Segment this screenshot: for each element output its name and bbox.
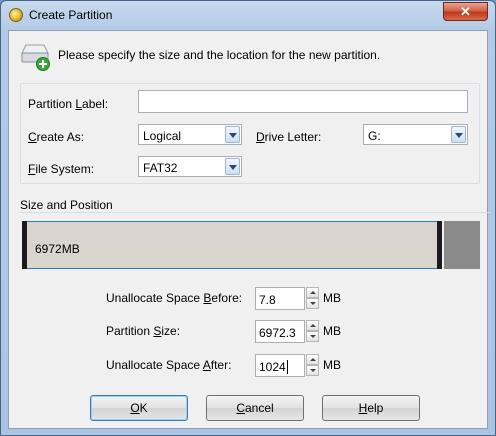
unit-label: MB <box>323 324 341 338</box>
close-button[interactable]: ✕ <box>443 2 488 21</box>
spin-up-icon[interactable] <box>306 320 319 331</box>
spin-down-icon[interactable] <box>306 365 319 376</box>
partition-block[interactable]: 6972MB <box>22 221 442 269</box>
partition-size-label: Partition Size: <box>106 324 181 338</box>
drive-letter-value: G: <box>368 129 381 143</box>
drive-letter-select[interactable]: G: <box>363 124 468 145</box>
create-as-select[interactable]: Logical <box>138 124 242 145</box>
size-position-label: Size and Position <box>20 198 116 212</box>
text-caret <box>286 360 288 374</box>
dialog-body: Please specify the size and the location… <box>8 30 490 429</box>
unallocated-before-stepper[interactable] <box>306 287 319 310</box>
unallocated-before-row: Unallocate Space Before: 7.8 MB <box>9 287 489 311</box>
spin-up-icon[interactable] <box>306 287 319 298</box>
create-as-value: Logical <box>143 129 182 143</box>
unallocated-after-stepper[interactable] <box>306 354 319 377</box>
cancel-button[interactable]: Cancel <box>206 395 304 421</box>
unallocated-after-input[interactable]: 1024 <box>255 354 305 377</box>
dropdown-arrow-icon[interactable] <box>225 126 240 143</box>
create-partition-dialog: Create Partition ✕ Please specify the si… <box>0 0 496 436</box>
spin-up-icon[interactable] <box>306 354 319 365</box>
spin-down-icon[interactable] <box>306 298 319 309</box>
partition-size-text: 6972MB <box>35 242 80 256</box>
help-button[interactable]: Help <box>322 395 420 421</box>
file-system-select[interactable]: FAT32 <box>138 156 242 177</box>
right-resize-handle[interactable] <box>437 221 442 269</box>
partition-size-input[interactable]: 6972.3 <box>255 320 305 343</box>
title-bar[interactable]: Create Partition ✕ <box>1 1 495 30</box>
partition-label-input[interactable] <box>138 90 468 113</box>
left-resize-handle[interactable] <box>22 221 27 269</box>
unit-label: MB <box>323 291 341 305</box>
close-icon: ✕ <box>460 4 471 19</box>
unallocated-before-label: Unallocate Space Before: <box>106 291 243 305</box>
instruction-text: Please specify the size and the location… <box>58 48 381 62</box>
window-title: Create Partition <box>29 8 113 22</box>
unallocated-after-row: Unallocate Space After: 1024 MB <box>9 354 489 378</box>
dropdown-arrow-icon[interactable] <box>451 126 466 143</box>
unallocated-after-label: Unallocate Space After: <box>106 358 232 372</box>
create-as-label: Create As: <box>28 130 85 144</box>
app-icon <box>9 8 23 22</box>
partition-size-stepper[interactable] <box>306 320 319 343</box>
unit-label: MB <box>323 358 341 372</box>
unallocated-before-input[interactable]: 7.8 <box>255 287 305 310</box>
add-disk-icon <box>21 44 50 71</box>
partition-size-row: Partition Size: 6972.3 MB <box>9 320 489 344</box>
spin-down-icon[interactable] <box>306 331 319 342</box>
ok-button[interactable]: OK <box>90 395 188 421</box>
dropdown-arrow-icon[interactable] <box>225 158 240 175</box>
partition-label-label: Partition Label: <box>28 97 109 111</box>
partition-layout-bar[interactable]: 6972MB <box>22 221 480 271</box>
file-system-label: File System: <box>28 162 95 176</box>
drive-letter-label: Drive Letter: <box>256 130 322 144</box>
unallocated-block[interactable] <box>444 221 480 269</box>
file-system-value: FAT32 <box>143 161 178 175</box>
